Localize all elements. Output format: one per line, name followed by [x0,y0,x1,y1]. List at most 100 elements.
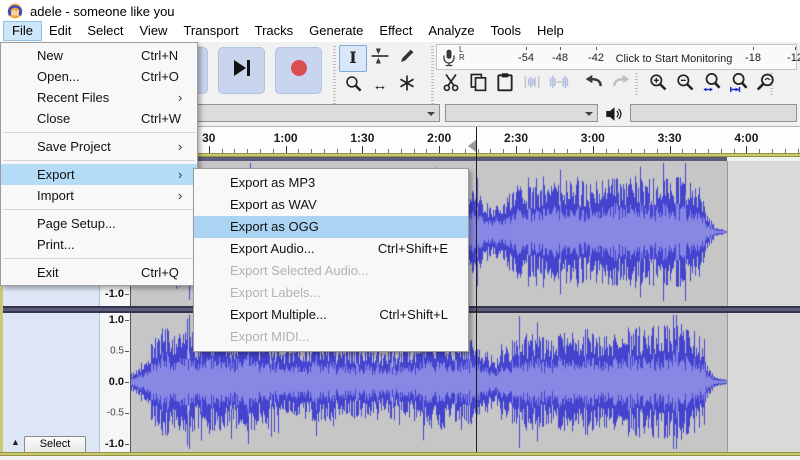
menu-item-export[interactable]: Export› [1,164,197,185]
time-shift-tool-icon: ↔ [373,77,388,95]
submenu-item-export-selected-audio[interactable]: Export Selected Audio... [194,260,468,282]
meter-scale-label: -48 [552,52,568,64]
timeline-label: 3:00 [581,131,605,145]
cut-icon [441,72,461,97]
menu-item-import[interactable]: Import› [1,185,197,206]
meter-scale-tick [560,47,561,50]
chevron-down-icon [427,112,435,116]
submenu-item-export-as-mp3[interactable]: Export as MP3 [194,172,468,194]
toolbar-grip[interactable] [635,73,638,95]
selection-tool-button[interactable]: I [339,45,367,72]
time-shift-tool-button[interactable]: ↔ [366,72,394,99]
amplitude-tick [125,320,129,321]
cut-button[interactable] [437,71,465,98]
submenu-item-export-multiple[interactable]: Export Multiple...Ctrl+Shift+L [194,304,468,326]
menubar-item-view[interactable]: View [132,22,176,40]
menu-item-new[interactable]: NewCtrl+N [1,45,197,66]
zoom-in-button[interactable] [644,71,672,98]
meter-scale-label: -12 [787,52,800,64]
menu-separator [3,160,195,161]
timeline-label: 1:00 [274,131,298,145]
timeline-tick-major [593,146,594,153]
amplitude-label: 0.0 [109,376,124,388]
recording-meter[interactable]: L R -54-48-42-18-12Click to Start Monito… [436,44,797,70]
menu-item-recent-files[interactable]: Recent Files› [1,87,197,108]
amplitude-tick [125,351,129,352]
undo-button[interactable] [580,71,608,98]
menubar-item-select[interactable]: Select [79,22,131,40]
undo-icon [583,72,605,97]
draw-tool-button[interactable] [393,45,421,72]
zoom-out-button[interactable] [671,71,699,98]
submenu-item-export-as-wav[interactable]: Export as WAV [194,194,468,216]
menubar-item-analyze[interactable]: Analyze [420,22,482,40]
zoom-in-icon [648,72,668,97]
envelope-tool-button[interactable] [366,45,394,72]
draw-tool-icon [398,47,416,70]
multi-tool-button[interactable] [393,72,421,99]
menu-item-save-project[interactable]: Save Project› [1,136,197,157]
menu-item-page-setup[interactable]: Page Setup... [1,213,197,234]
amplitude-tick [125,413,129,414]
envelope-tool-icon [370,46,390,71]
timeline-label: 4:00 [734,131,758,145]
paste-button[interactable] [491,71,519,98]
menu-item-exit[interactable]: ExitCtrl+Q [1,262,197,283]
submenu-item-export-labels[interactable]: Export Labels... [194,282,468,304]
silence-audio-button[interactable] [545,71,573,98]
track1-empty-area[interactable] [727,161,800,306]
track2-control-panel[interactable]: ▲ [3,313,100,452]
timeline-label: 2:30 [504,131,528,145]
multi-tool-icon [398,74,416,97]
menubar-item-file[interactable]: File [4,22,41,40]
chevron-down-icon [585,112,593,116]
amplitude-tick [125,294,129,295]
fit-selection-button[interactable] [698,71,726,98]
file-menu: NewCtrl+NOpen...Ctrl+ORecent Files›Close… [0,42,198,286]
menu-item-label: Print... [37,237,75,252]
recording-channels-select[interactable] [445,104,598,122]
amplitude-tick [125,382,129,383]
zoom-tool-button[interactable] [339,72,367,99]
menubar-item-transport[interactable]: Transport [175,22,246,40]
record-button[interactable] [275,47,322,94]
track2-vertical-ruler[interactable]: 1.00.50.0-0.5-1.0 [100,313,131,452]
timeline-label: 1:30 [350,131,374,145]
menu-item-print[interactable]: Print... [1,234,197,255]
submenu-item-export-midi[interactable]: Export MIDI... [194,326,468,348]
meter-scale-label: -42 [588,52,604,64]
fit-selection-icon [702,72,723,98]
playback-device-select[interactable] [630,104,797,122]
playback-cursor-pin[interactable] [468,140,476,152]
meter-monitoring-message[interactable]: Click to Start Monitoring [616,53,733,65]
trim-audio-button[interactable] [518,71,546,98]
redo-button[interactable] [607,71,635,98]
submenu-arrow-icon: › [178,87,182,108]
menu-item-label: Import [37,188,74,203]
trim-audio-icon [521,72,543,97]
menu-separator [3,209,195,210]
amplitude-tick [125,444,129,445]
submenu-item-export-audio[interactable]: Export Audio...Ctrl+Shift+E [194,238,468,260]
menubar-item-generate[interactable]: Generate [301,22,371,40]
copy-button[interactable] [464,71,492,98]
menu-item-open[interactable]: Open...Ctrl+O [1,66,197,87]
zoom-toggle-button[interactable] [752,71,780,98]
amplitude-label: -0.5 [107,408,124,419]
menubar-item-help[interactable]: Help [529,22,572,40]
menubar-item-tracks[interactable]: Tracks [247,22,302,40]
menu-item-label: Export Multiple... [230,307,327,322]
menubar-item-effect[interactable]: Effect [371,22,420,40]
track2-empty-area[interactable] [727,313,800,452]
menu-item-label: Export Labels... [230,285,320,300]
submenu-item-export-as-ogg[interactable]: Export as OGG [194,216,468,238]
menubar-item-edit[interactable]: Edit [41,22,79,40]
collapse-triangle-icon[interactable]: ▲ [11,437,20,447]
menubar-item-tools[interactable]: Tools [483,22,529,40]
menu-item-close[interactable]: CloseCtrl+W [1,108,197,129]
menu-item-label: Export as OGG [230,219,319,234]
fit-project-button[interactable] [725,71,753,98]
skip-to-end-button[interactable] [218,47,265,94]
amplitude-label: -1.0 [105,438,124,450]
menu-item-shortcut: Ctrl+Shift+E [378,238,448,260]
